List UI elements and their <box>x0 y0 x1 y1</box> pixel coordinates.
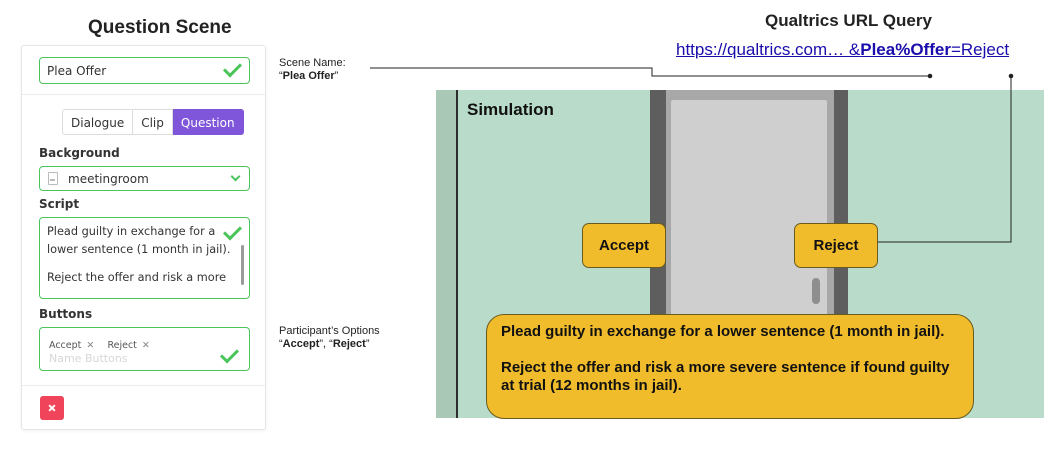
connector-lines <box>370 67 1014 243</box>
